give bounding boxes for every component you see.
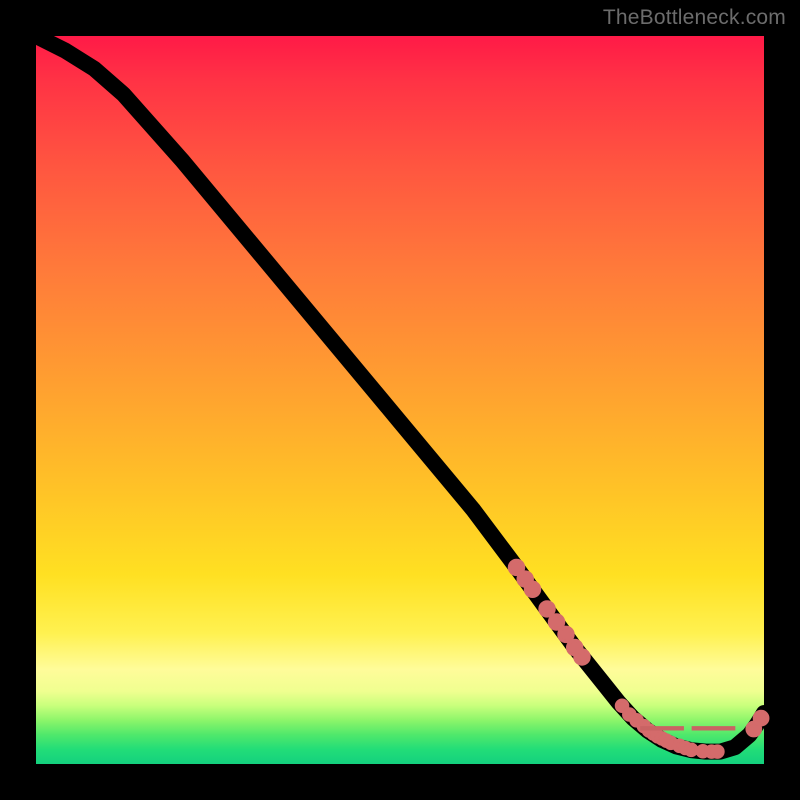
watermark-text: TheBottleneck.com [603, 6, 786, 30]
data-point-marker [755, 712, 768, 725]
flat-region-label: — — [640, 701, 735, 750]
data-point-marker [575, 650, 589, 664]
plot-area: — — [36, 36, 764, 764]
data-point-marker [540, 602, 554, 616]
data-point-marker [559, 628, 573, 642]
chart-frame: TheBottleneck.com — — [0, 0, 800, 800]
markers-descending [510, 561, 589, 664]
bottleneck-curve [36, 36, 764, 752]
data-point-marker [550, 615, 564, 629]
data-point-marker [526, 582, 540, 596]
plot-svg: — — [36, 36, 764, 764]
markers-tail [747, 712, 767, 736]
